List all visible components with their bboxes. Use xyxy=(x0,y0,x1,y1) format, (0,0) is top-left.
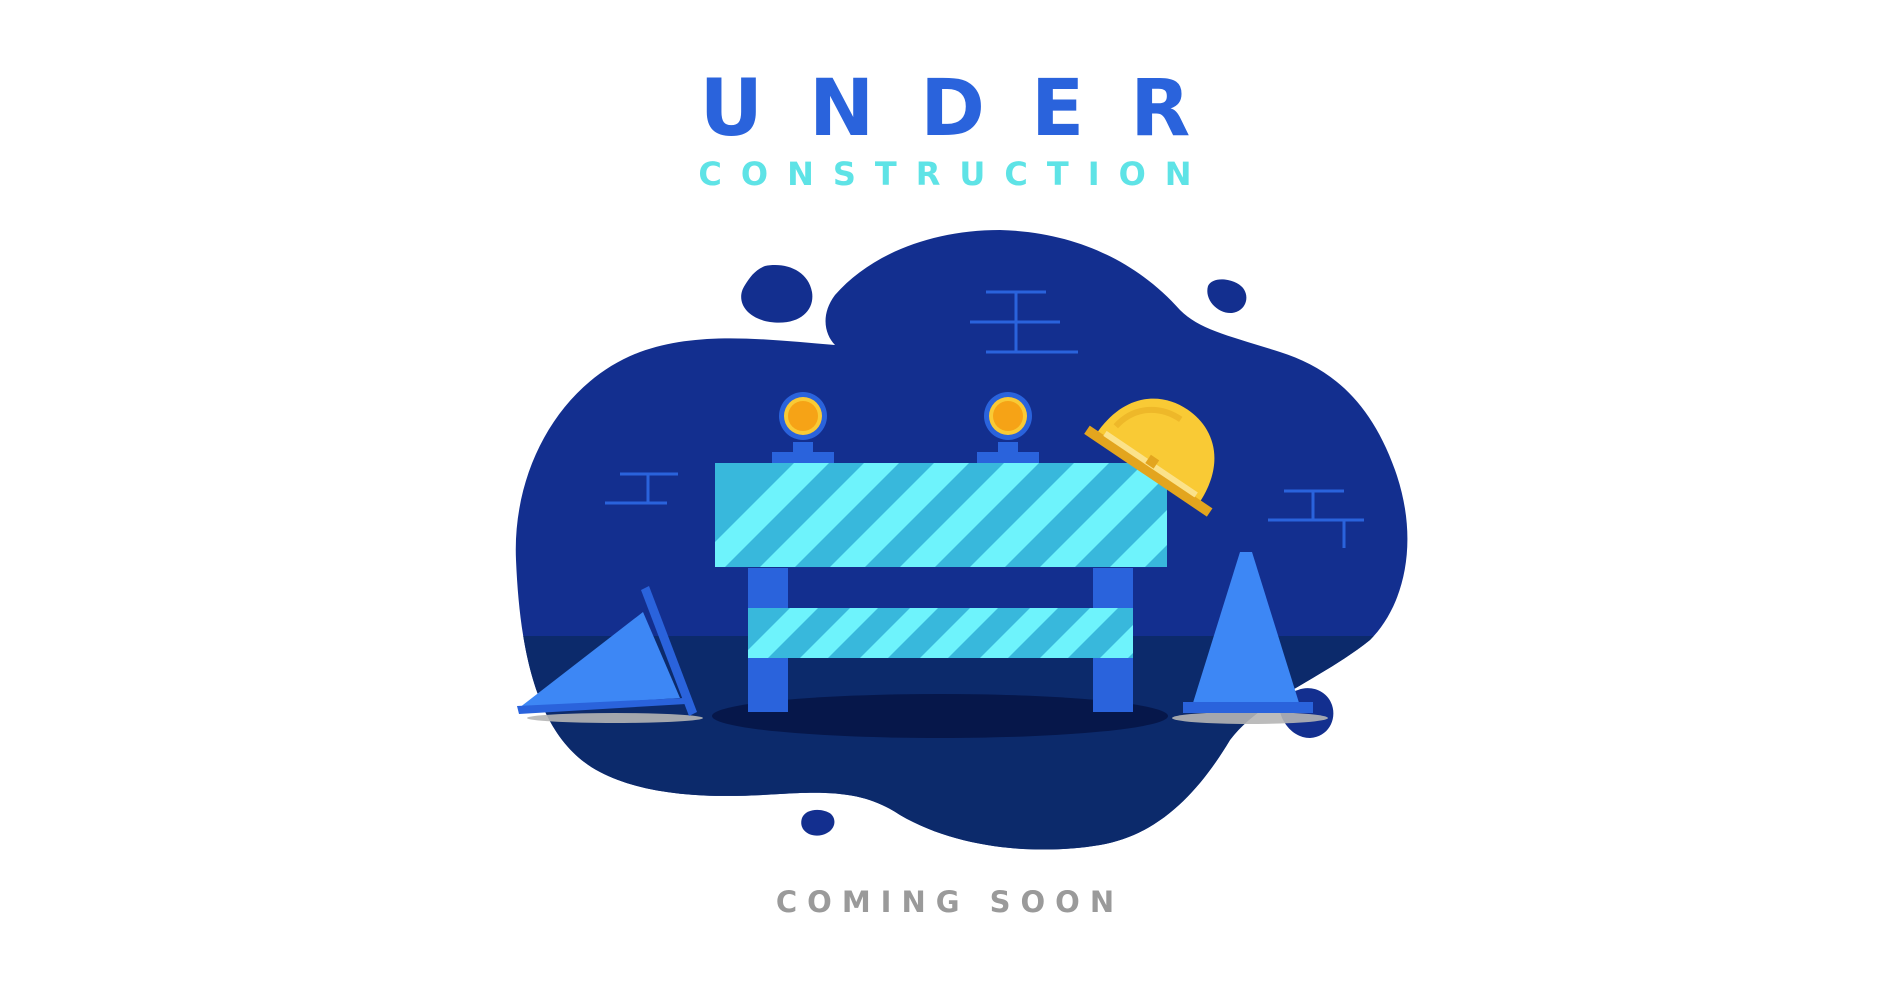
coming-soon-text: COMING SOON xyxy=(775,885,1125,919)
construction-illustration xyxy=(515,230,1408,850)
